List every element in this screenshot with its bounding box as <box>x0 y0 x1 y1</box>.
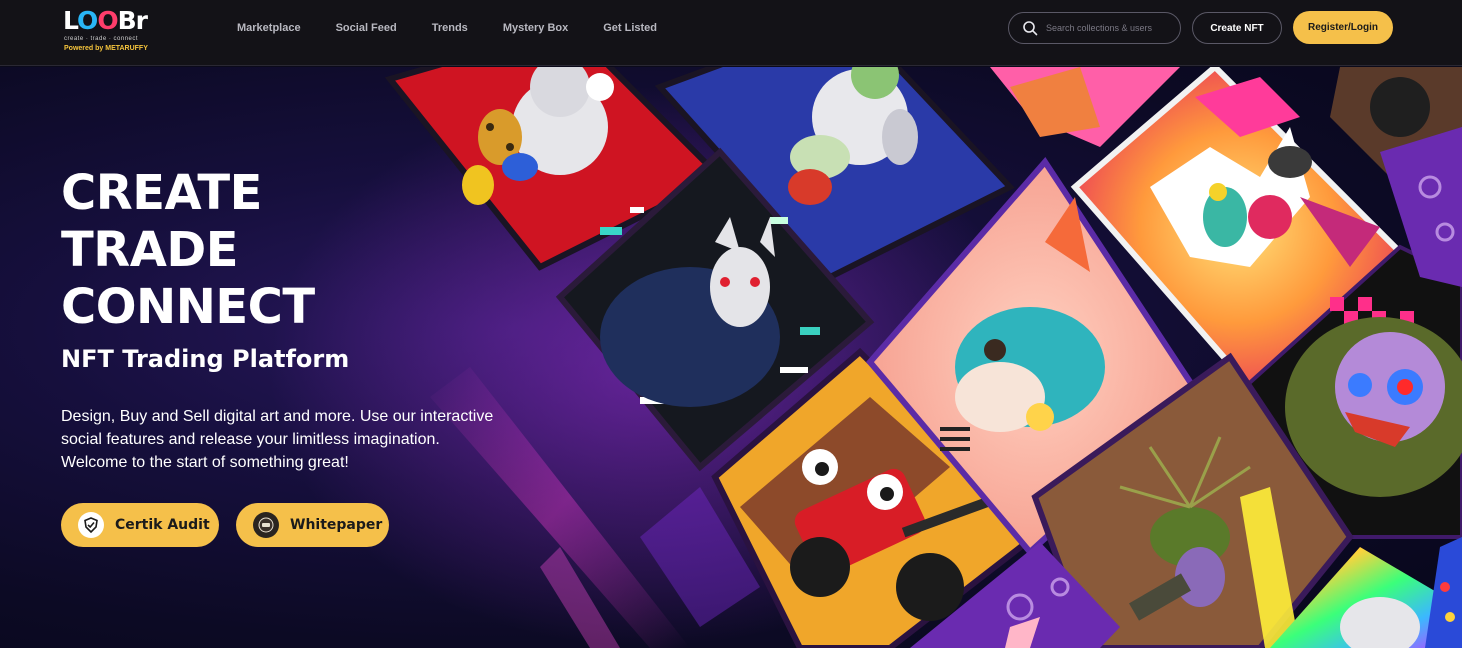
hero-title: CREATE TRADE CONNECT <box>61 165 315 336</box>
main-nav: Marketplace Social Feed Trends Mystery B… <box>237 22 657 34</box>
hero-subtitle: NFT Trading Platform <box>61 345 350 373</box>
search-icon <box>1023 21 1038 36</box>
create-nft-button[interactable]: Create NFT <box>1192 12 1282 44</box>
whitepaper-button[interactable]: Whitepaper <box>236 503 389 547</box>
whitepaper-logo-icon <box>253 512 279 538</box>
certik-audit-label: Certik Audit <box>115 517 210 533</box>
register-login-button[interactable]: Register/Login <box>1293 11 1393 44</box>
hero-title-line-3: CONNECT <box>61 279 315 335</box>
hero-title-line-1: CREATE <box>61 165 262 221</box>
logo-wordmark: LOOBr <box>63 6 148 35</box>
search-box[interactable] <box>1008 12 1181 44</box>
hero-description-line-3: Welcome to the start of something great! <box>61 454 349 471</box>
logo-tagline: create · trade · connect <box>64 36 139 42</box>
certik-shield-icon <box>78 512 104 538</box>
hero-description-line-1: Design, Buy and Sell digital art and mor… <box>61 408 494 425</box>
nav-item-mystery-box[interactable]: Mystery Box <box>503 22 568 34</box>
hero-title-line-2: TRADE <box>61 222 238 278</box>
nav-item-get-listed[interactable]: Get Listed <box>603 22 657 34</box>
hero-section: CREATE TRADE CONNECT NFT Trading Platfor… <box>0 67 1462 648</box>
whitepaper-label: Whitepaper <box>290 517 383 533</box>
hero-description: Design, Buy and Sell digital art and mor… <box>61 405 541 474</box>
certik-audit-button[interactable]: Certik Audit <box>61 503 219 547</box>
nav-item-marketplace[interactable]: Marketplace <box>237 22 301 34</box>
top-navigation-bar: LOOBr create · trade · connect Powered b… <box>0 0 1462 66</box>
logo-powered-by: Powered by METARUFFY <box>64 45 148 52</box>
search-input[interactable] <box>1046 23 1171 33</box>
hero-description-line-2: social features and release your limitle… <box>61 431 440 448</box>
nav-item-social-feed[interactable]: Social Feed <box>336 22 397 34</box>
loobr-logo[interactable]: LOOBr create · trade · connect Powered b… <box>63 6 163 56</box>
nav-item-trends[interactable]: Trends <box>432 22 468 34</box>
